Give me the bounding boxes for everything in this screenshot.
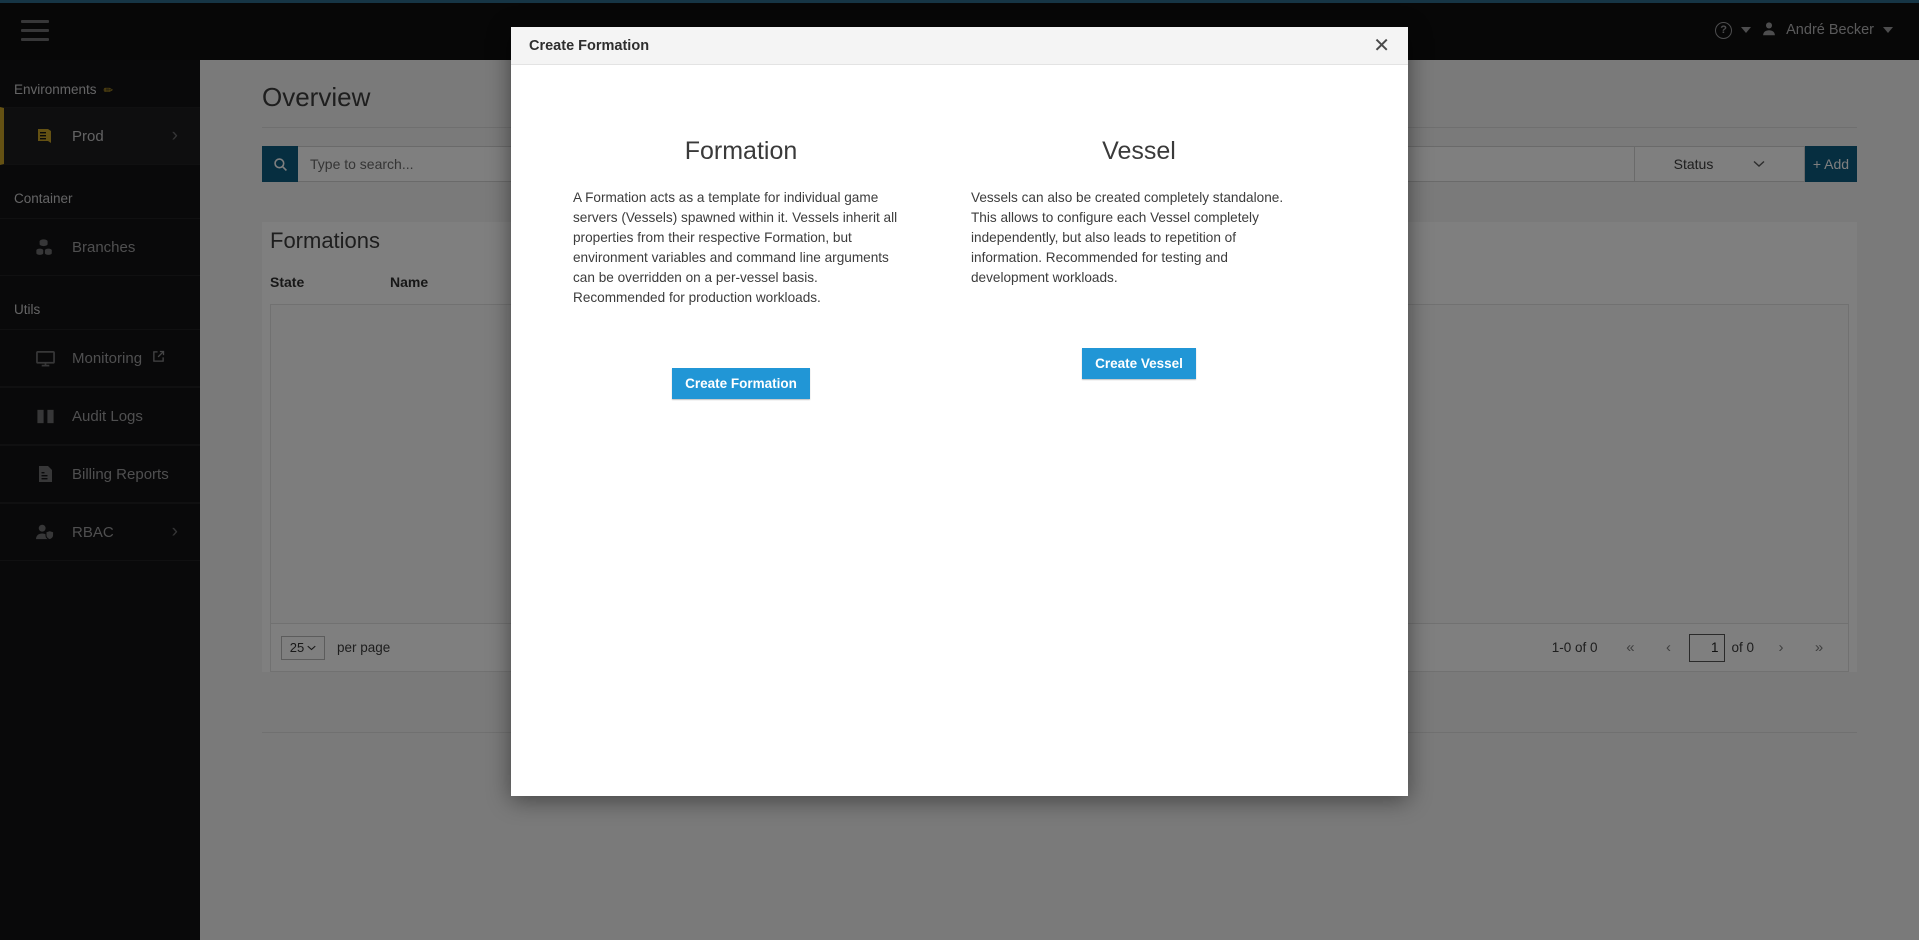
vessel-option-title: Vessel <box>1102 137 1176 165</box>
create-formation-modal: Create Formation ✕ Formation A Formation… <box>511 27 1408 796</box>
create-vessel-button[interactable]: Create Vessel <box>1082 348 1196 379</box>
formation-option-title: Formation <box>684 137 798 165</box>
vessel-option-column: Vessel Vessels can also be created compl… <box>971 137 1307 379</box>
close-x-icon[interactable]: ✕ <box>1369 36 1394 56</box>
create-formation-button[interactable]: Create Formation <box>672 368 810 399</box>
modal-body: Formation A Formation acts as a template… <box>511 65 1408 796</box>
app-root: Overview Type to search... Status + Add … <box>0 0 1919 940</box>
formation-option-description: A Formation acts as a template for indiv… <box>573 190 898 305</box>
vessel-option-description: Vessels can also be created completely s… <box>971 190 1284 285</box>
modal-header: Create Formation ✕ <box>511 27 1408 65</box>
modal-title: Create Formation <box>529 37 650 54</box>
formation-option-column: Formation A Formation acts as a template… <box>573 137 909 399</box>
